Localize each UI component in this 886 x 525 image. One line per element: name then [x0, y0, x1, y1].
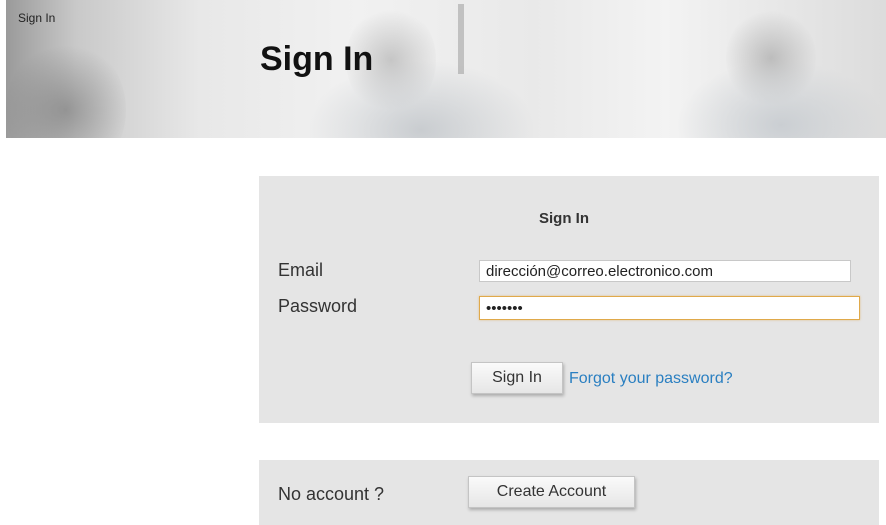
- create-account-button[interactable]: Create Account: [468, 476, 635, 508]
- forgot-password-link[interactable]: Forgot your password?: [569, 370, 733, 388]
- banner-photo-person-right: [676, 60, 886, 138]
- create-account-panel: No account ? Create Account: [259, 460, 879, 525]
- password-label: Password: [278, 296, 358, 316]
- email-field[interactable]: [479, 260, 851, 282]
- signin-panel: Sign In Email Password Sign In Forgot yo…: [259, 176, 879, 423]
- page-title: Sign In: [260, 40, 374, 78]
- signin-panel-heading: Sign In: [539, 210, 589, 227]
- no-account-label: No account ?: [278, 484, 385, 504]
- email-label: Email: [278, 260, 324, 280]
- breadcrumb: Sign In: [18, 11, 56, 25]
- signin-button[interactable]: Sign In: [471, 362, 563, 394]
- header-banner: [6, 0, 886, 138]
- banner-photo-person-left: [6, 40, 126, 138]
- banner-photo-detail: [458, 4, 464, 74]
- password-field[interactable]: [479, 296, 860, 320]
